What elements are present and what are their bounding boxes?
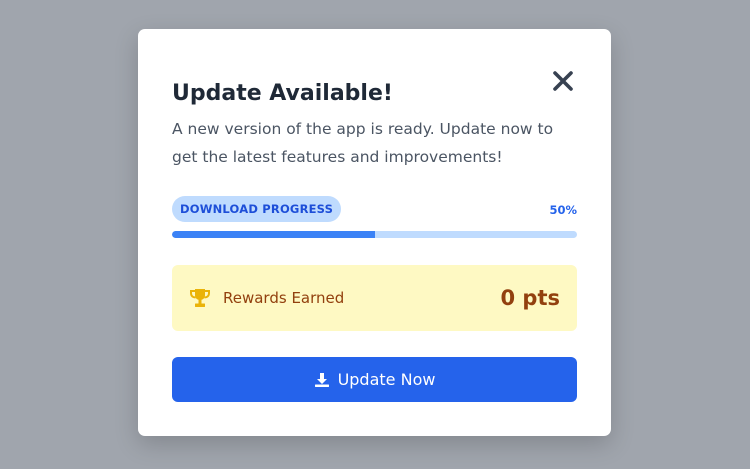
progress-header: DOWNLOAD PROGRESS 50%	[172, 196, 577, 224]
update-now-button[interactable]: Update Now	[172, 357, 577, 402]
modal-description: A new version of the app is ready. Updat…	[172, 120, 554, 166]
close-button[interactable]	[549, 67, 577, 95]
update-modal: Update Available! A new version of the a…	[138, 29, 611, 436]
download-icon	[314, 372, 329, 387]
modal-overlay[interactable]: Update Available! A new version of the a…	[0, 0, 750, 469]
trophy-icon	[190, 289, 210, 307]
rewards-value: 0 pts	[500, 286, 561, 310]
progress-bar-fill	[172, 231, 375, 238]
close-icon	[553, 71, 573, 91]
progress-percent: 50%	[549, 203, 577, 217]
progress-bar-track	[172, 231, 577, 238]
rewards-label: Rewards Earned	[223, 289, 345, 307]
progress-label-badge: DOWNLOAD PROGRESS	[172, 196, 342, 222]
modal-title: Update Available!	[172, 81, 393, 106]
rewards-panel: Rewards Earned 0 pts	[172, 265, 577, 331]
update-now-label: Update Now	[337, 370, 436, 389]
